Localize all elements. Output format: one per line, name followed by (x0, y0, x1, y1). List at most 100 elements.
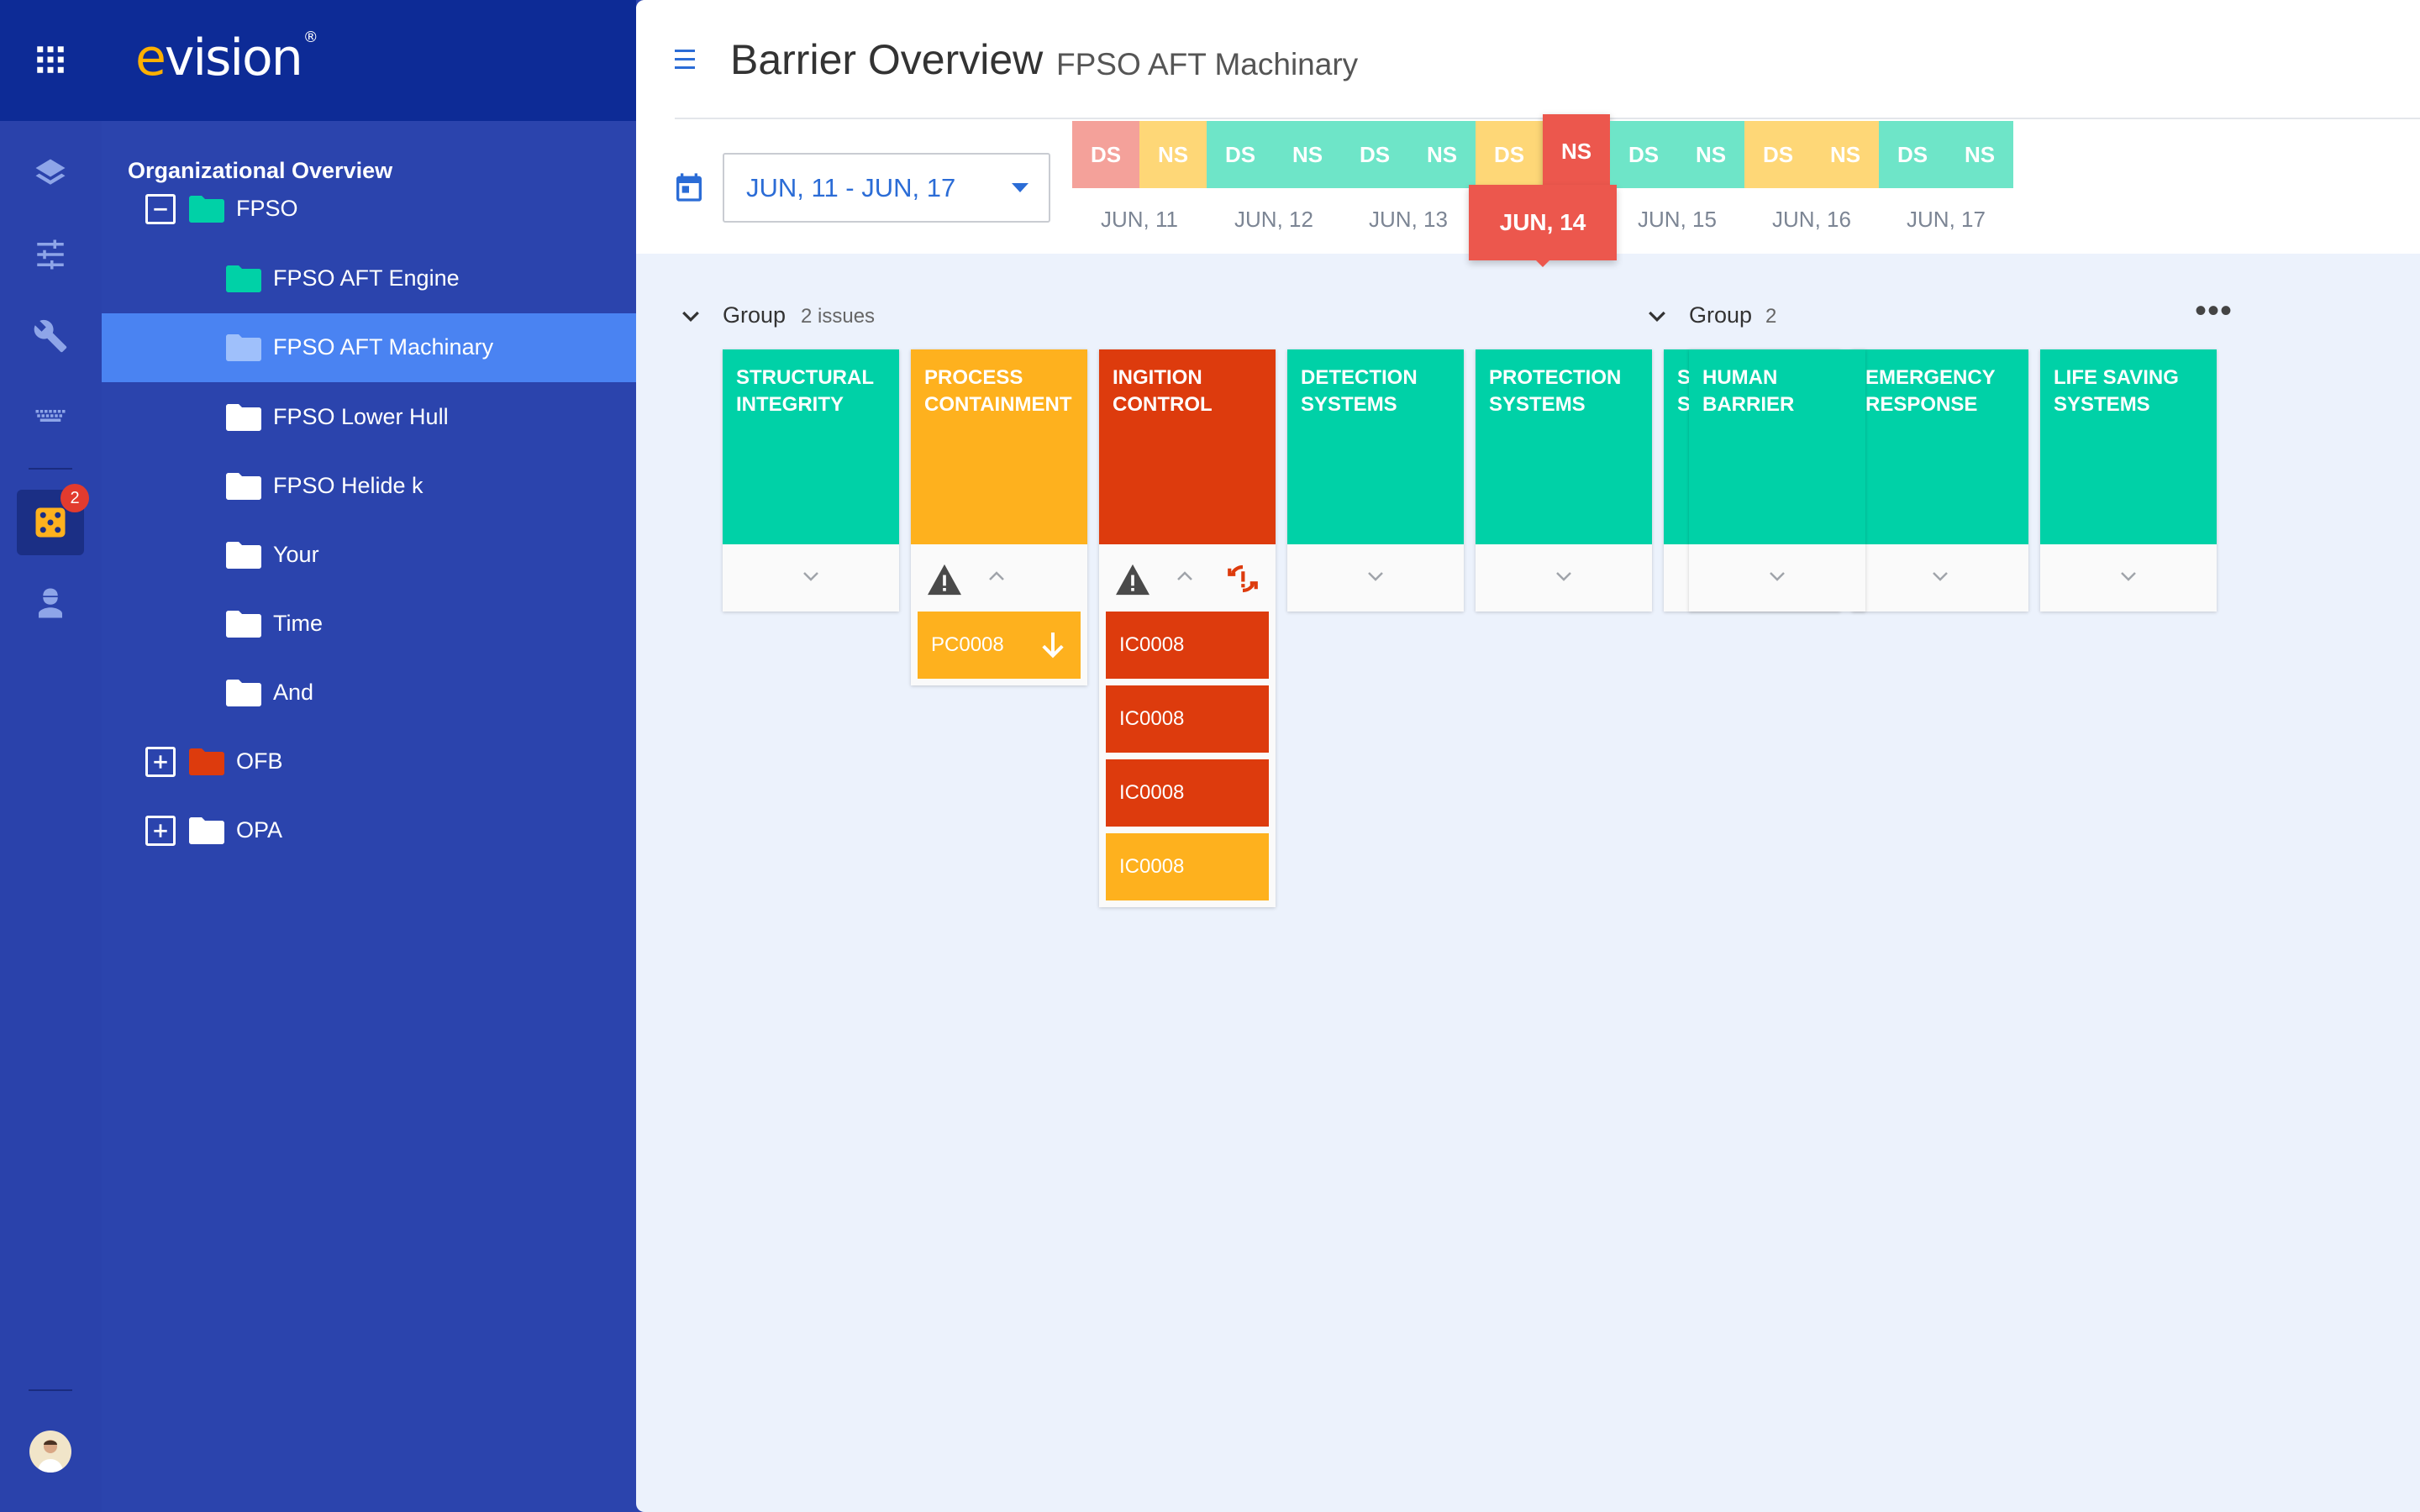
user-avatar[interactable] (29, 1431, 71, 1473)
chevron-up-icon[interactable] (1175, 566, 1195, 586)
barrier-title[interactable]: DETECTION SYSTEMS (1287, 349, 1464, 544)
issue-chip[interactable]: IC0008 (1106, 759, 1269, 827)
shift-cell[interactable]: NS (1274, 121, 1341, 188)
shift-cell[interactable]: NS (1543, 114, 1610, 188)
calendar-icon[interactable] (672, 170, 706, 205)
barrier-card[interactable]: STRUCTURAL INTEGRITY (723, 349, 899, 612)
barrier-card[interactable]: PROCESS CONTAINMENT PC0008 (911, 349, 1087, 685)
shift-cell[interactable]: NS (1139, 121, 1207, 188)
tree-item[interactable]: OFB (102, 727, 636, 796)
day-label[interactable]: JUN, 16 (1744, 207, 1879, 233)
barrier-card[interactable]: INGITION CONTROL IC0008 IC0008 IC0008 IC0008 (1099, 349, 1276, 907)
apps-grid-icon[interactable] (25, 34, 76, 85)
shift-cell[interactable]: DS (1207, 121, 1274, 188)
folder-icon (226, 473, 261, 500)
barrier-title[interactable]: STRUCTURAL INTEGRITY (723, 349, 899, 544)
shift-cell[interactable]: DS (1072, 121, 1139, 188)
issue-chip[interactable]: IC0008 (1106, 612, 1269, 679)
shift-cell[interactable]: NS (1946, 121, 2013, 188)
shift-cell[interactable]: DS (1879, 121, 1946, 188)
barrier-title[interactable]: PROCESS CONTAINMENT (911, 349, 1087, 544)
issue-id: PC0008 (931, 633, 1004, 656)
barrier-card[interactable]: HUMAN BARRIER (1689, 349, 1865, 612)
issue-chip[interactable]: IC0008 (1106, 833, 1269, 900)
barrier-card[interactable]: EMERGENCY RESPONSE (1852, 349, 2028, 612)
chevron-down-icon[interactable] (2118, 566, 2139, 586)
issue-chip[interactable]: IC0008 (1106, 685, 1269, 753)
shift-cell[interactable]: NS (1677, 121, 1744, 188)
tree-sidebar: evision ® Organizational Overview FPSO FPS… (102, 0, 636, 1512)
day-label-active[interactable]: JUN, 14 (1469, 185, 1617, 260)
shift-cell[interactable]: DS (1341, 121, 1408, 188)
day-label[interactable]: JUN, 15 (1610, 207, 1744, 233)
chevron-down-icon[interactable] (1930, 566, 1950, 586)
tree-item[interactable]: OPA (102, 796, 636, 865)
chevron-up-icon[interactable] (986, 566, 1007, 586)
warning-icon (926, 563, 963, 596)
issue-id: IC0008 (1119, 781, 1185, 804)
barrier-footer (1476, 544, 1652, 612)
chevron-down-icon[interactable] (1365, 566, 1386, 586)
menu-icon[interactable] (675, 49, 700, 71)
tree-item[interactable]: FPSO AFT Machinary (102, 313, 636, 382)
tree-item[interactable]: Time (102, 590, 636, 659)
expand-icon[interactable] (145, 816, 176, 846)
tree-item[interactable]: And (102, 659, 636, 727)
arrow-down-icon[interactable] (1040, 630, 1065, 660)
chevron-down-icon[interactable] (801, 566, 821, 586)
collapse-group-icon[interactable] (678, 304, 703, 329)
day-label[interactable]: JUN, 17 (1879, 207, 2013, 233)
barrier-title[interactable]: PROTECTION SYSTEMS (1476, 349, 1652, 544)
sliders-icon[interactable] (25, 229, 76, 280)
group-issue-count: 2 (1765, 305, 1777, 328)
barrier-title[interactable]: HUMAN BARRIER (1689, 349, 1865, 544)
collapse-group-icon[interactable] (1644, 304, 1670, 329)
barrier-footer (911, 544, 1087, 612)
day-label[interactable]: JUN, 12 (1207, 207, 1341, 233)
barrier-card[interactable]: PROTECTION SYSTEMS (1476, 349, 1652, 612)
barrier-card[interactable]: DETECTION SYSTEMS (1287, 349, 1464, 612)
tree-item-label: FPSO AFT Machinary (273, 334, 494, 360)
shift-cell[interactable]: DS (1476, 121, 1543, 188)
worker-icon[interactable] (25, 578, 76, 628)
folder-icon (189, 817, 224, 844)
shift-cell[interactable]: NS (1812, 121, 1879, 188)
tree-item[interactable]: FPSO AFT Engine (102, 244, 636, 313)
keyboard-icon[interactable] (25, 391, 76, 441)
chevron-down-icon[interactable] (1554, 566, 1574, 586)
barrier-title[interactable]: LIFE SAVING SYSTEMS (2040, 349, 2217, 544)
collapse-icon[interactable] (145, 194, 176, 224)
date-range-select[interactable]: JUN, 11 - JUN, 17 (723, 153, 1050, 223)
warning-icon (1114, 563, 1151, 596)
tree-item-label: FPSO (236, 196, 298, 221)
layers-icon[interactable] (25, 149, 76, 199)
shift-cell[interactable]: DS (1610, 121, 1677, 188)
wrench-icon[interactable] (25, 311, 76, 361)
barrier-footer (723, 544, 899, 612)
brand-header: evision ® (102, 0, 636, 121)
barrier-title[interactable]: EMERGENCY RESPONSE (1852, 349, 2028, 544)
barrier-card[interactable]: LIFE SAVING SYSTEMS (2040, 349, 2217, 612)
page-subtitle: FPSO AFT Machinary (1056, 47, 1359, 81)
tree-item-label: FPSO AFT Engine (273, 265, 460, 291)
page-header: Barrier Overview FPSO AFT Machinary JUN,… (636, 0, 2420, 267)
sync-alert-icon[interactable] (1225, 561, 1260, 596)
barrier-title[interactable]: INGITION CONTROL (1099, 349, 1276, 544)
more-options-icon[interactable]: ••• (2195, 294, 2233, 328)
issue-chip[interactable]: PC0008 (918, 612, 1081, 679)
shift-cell[interactable]: DS (1744, 121, 1812, 188)
day-label[interactable]: JUN, 13 (1341, 207, 1476, 233)
group-title: Group (723, 302, 786, 328)
tree-item[interactable]: FPSO Lower Hull (102, 383, 636, 452)
tree-item[interactable]: Your (102, 521, 636, 590)
chevron-down-icon[interactable] (1767, 566, 1787, 586)
rail-divider (29, 1389, 72, 1391)
day-label[interactable]: JUN, 11 (1072, 207, 1207, 233)
expand-icon[interactable] (145, 747, 176, 777)
date-range-value: JUN, 11 - JUN, 17 (746, 172, 956, 202)
app-logo[interactable]: evision ® (135, 29, 318, 87)
shift-cell[interactable]: NS (1408, 121, 1476, 188)
tree-item[interactable]: FPSO (102, 175, 636, 244)
folder-icon (226, 611, 261, 638)
tree-item[interactable]: FPSO Helide k (102, 452, 636, 521)
